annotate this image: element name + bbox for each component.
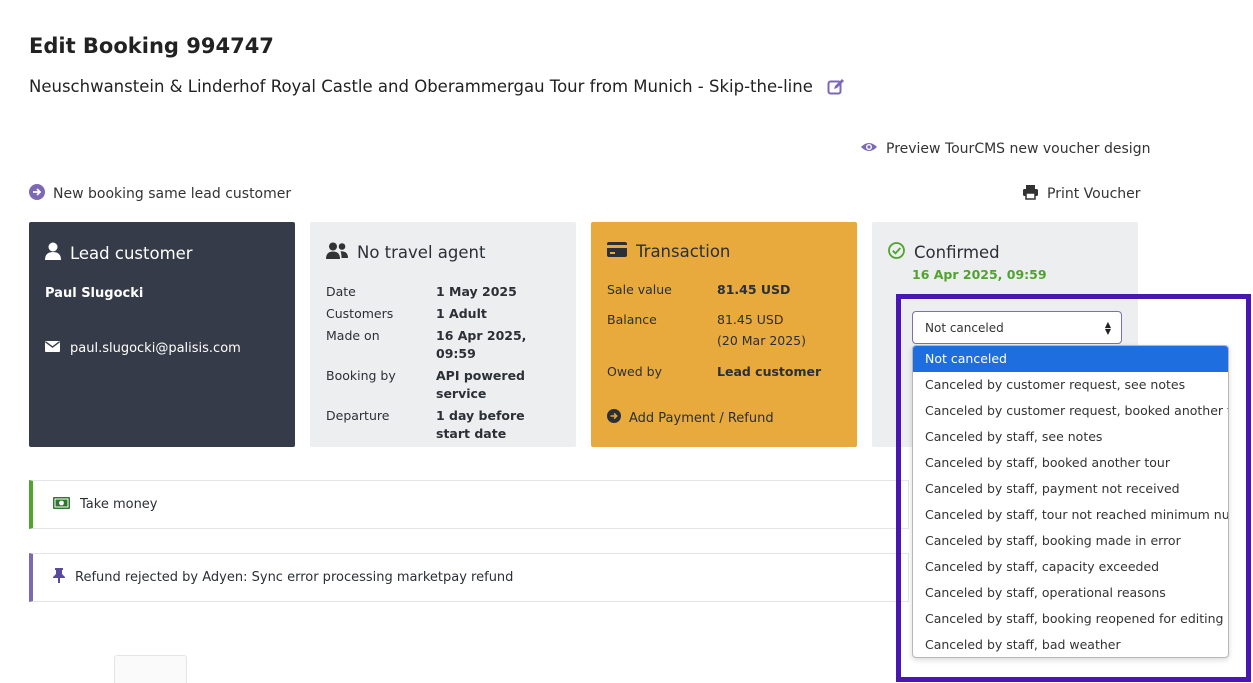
detail-key: Booking by: [326, 368, 396, 383]
detail-value: 1 day before start date: [436, 408, 525, 441]
detail-key: Departure: [326, 408, 390, 423]
edit-icon[interactable]: [827, 78, 845, 96]
status-title: Confirmed: [914, 243, 1000, 262]
tour-title: Neuschwanstein & Linderhof Royal Castle …: [29, 77, 845, 96]
owed-by-label: Owed by: [607, 364, 662, 379]
detail-row-made-on: Made on 16 Apr 2025, 09:59: [326, 327, 560, 363]
detail-key: Customers: [326, 306, 394, 321]
detail-row-booking-by: Booking by API powered service: [326, 367, 560, 403]
lead-customer-name[interactable]: Paul Slugocki: [45, 286, 279, 301]
balance-row: Balance 81.45 USD (20 Mar 2025): [607, 311, 841, 350]
owed-by-value: Lead customer: [717, 364, 822, 379]
detail-value: 1 May 2025: [436, 284, 517, 299]
travel-agent-heading: No travel agent: [326, 242, 560, 263]
detail-value: 1 Adult: [436, 306, 487, 321]
tab-stub[interactable]: [114, 655, 187, 683]
take-money-alert[interactable]: Take money: [29, 480, 909, 529]
detail-key: Made on: [326, 328, 380, 343]
balance-value: 81.45 USD: [717, 312, 784, 327]
user-icon: [45, 242, 61, 264]
add-payment-label: Add Payment / Refund: [629, 410, 774, 426]
detail-row-customers: Customers 1 Adult: [326, 305, 560, 323]
credit-card-icon: [607, 242, 627, 261]
take-money-label: Take money: [80, 497, 158, 512]
transaction-card: Transaction Sale value 81.45 USD Balance…: [591, 222, 857, 447]
new-booking-label: New booking same lead customer: [53, 186, 292, 202]
balance-date: (20 Mar 2025): [717, 333, 807, 348]
printer-icon: [1022, 184, 1039, 204]
confirmed-date: 16 Apr 2025, 09:59: [912, 267, 1047, 282]
status-heading: Confirmed: [888, 242, 1122, 263]
highlight-box: [896, 294, 1251, 682]
eye-icon: [860, 141, 878, 157]
balance-label: Balance: [607, 312, 657, 327]
add-payment-button[interactable]: Add Payment / Refund: [607, 409, 774, 427]
lead-customer-title: Lead customer: [70, 243, 193, 263]
refund-rejected-text: Refund rejected by Adyen: Sync error pro…: [75, 570, 514, 585]
users-icon: [326, 242, 348, 263]
envelope-icon: [45, 341, 60, 356]
travel-agent-card: No travel agent Date 1 May 2025 Customer…: [310, 222, 576, 447]
detail-value: 16 Apr 2025, 09:59: [436, 328, 527, 361]
balance-block: 81.45 USD (20 Mar 2025): [717, 311, 806, 350]
travel-agent-title: No travel agent: [357, 243, 486, 262]
transaction-heading: Transaction: [607, 242, 841, 261]
new-booking-link[interactable]: New booking same lead customer: [29, 184, 291, 204]
owed-by-row: Owed by Lead customer: [607, 363, 841, 381]
tour-title-text: Neuschwanstein & Linderhof Royal Castle …: [29, 77, 813, 96]
detail-row-date: Date 1 May 2025: [326, 283, 560, 301]
lead-customer-email[interactable]: paul.slugocki@palisis.com: [45, 341, 279, 356]
preview-voucher-label: Preview TourCMS new voucher design: [886, 141, 1151, 157]
detail-value: API powered service: [436, 368, 525, 401]
arrow-circle-icon: [607, 409, 621, 427]
money-icon: [53, 496, 70, 513]
sale-value-label: Sale value: [607, 282, 672, 297]
print-voucher-label: Print Voucher: [1047, 186, 1141, 202]
sale-value: 81.45 USD: [717, 282, 791, 297]
lead-customer-card: Lead customer Paul Slugocki paul.slugock…: [29, 222, 295, 447]
pin-icon: [53, 568, 65, 587]
detail-key: Date: [326, 284, 356, 299]
email-text: paul.slugocki@palisis.com: [70, 341, 241, 356]
lead-customer-heading: Lead customer: [45, 242, 279, 264]
print-voucher-link[interactable]: Print Voucher: [1022, 184, 1141, 204]
page-title: Edit Booking 994747: [29, 34, 274, 58]
check-circle-icon: [888, 242, 905, 263]
sale-value-row: Sale value 81.45 USD: [607, 281, 841, 299]
transaction-title: Transaction: [636, 242, 731, 261]
booking-details: Date 1 May 2025 Customers 1 Adult Made o…: [326, 283, 560, 443]
refund-rejected-alert: Refund rejected by Adyen: Sync error pro…: [29, 553, 909, 602]
preview-voucher-link[interactable]: Preview TourCMS new voucher design: [860, 141, 1150, 157]
detail-row-departure: Departure 1 day before start date: [326, 407, 560, 443]
arrow-circle-icon: [29, 184, 45, 204]
